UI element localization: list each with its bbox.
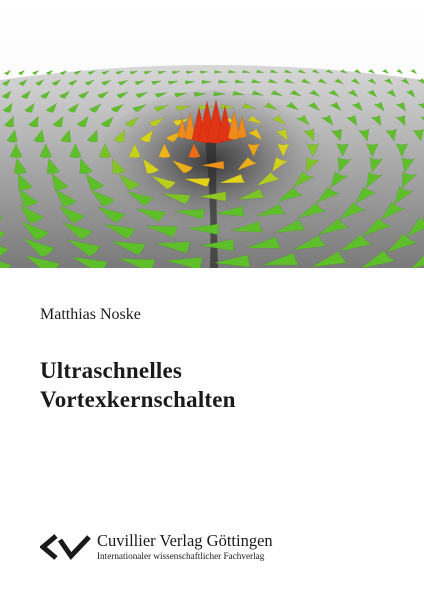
- vortex-cone-field: [0, 0, 424, 268]
- author-name: Matthias Noske: [40, 306, 141, 323]
- book-title-line-1: Ultraschnelles: [40, 358, 183, 383]
- publisher-tagline: Internationaler wissenschaftlicher Fachv…: [97, 551, 265, 561]
- cover-vortex-illustration: [0, 0, 424, 268]
- publisher-block: Cuvillier Verlag Göttingen International…: [40, 530, 400, 566]
- publisher-name: Cuvillier Verlag Göttingen: [97, 531, 273, 550]
- cuvillier-logo-icon: [40, 534, 91, 560]
- book-title-line-2: Vortexkernschalten: [40, 387, 236, 412]
- book-title: Ultraschnelles Vortexkernschalten: [40, 356, 400, 414]
